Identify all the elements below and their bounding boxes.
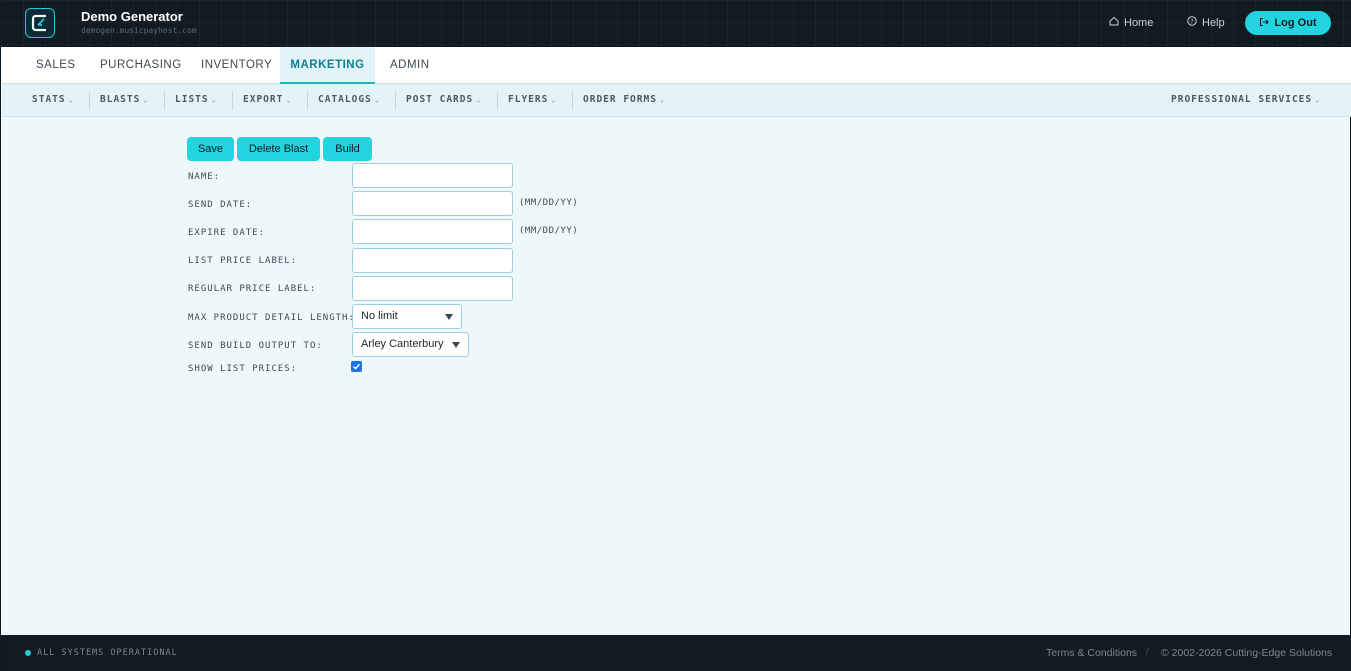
subnav-lists[interactable]: LISTS ⌄ bbox=[175, 94, 217, 105]
tab-admin[interactable]: ADMIN bbox=[390, 47, 430, 84]
subnav-stats[interactable]: STATS ⌄ bbox=[32, 94, 74, 105]
name-input[interactable] bbox=[352, 163, 513, 188]
chevron-down-icon: ⌄ bbox=[374, 96, 380, 104]
show-list-prices-checkbox[interactable] bbox=[351, 361, 362, 372]
send-build-output-select[interactable]: Arley Canterbury bbox=[352, 332, 469, 357]
subnav-blasts[interactable]: BLASTS ⌄ bbox=[100, 94, 149, 105]
name-label: NAME: bbox=[188, 172, 221, 182]
subnav-divider bbox=[232, 92, 233, 110]
send-date-label: SEND DATE: bbox=[188, 200, 253, 210]
svg-text:?: ? bbox=[1190, 19, 1193, 26]
subnav-stats-label: STATS bbox=[32, 94, 66, 105]
sub-nav: STATS ⌄ BLASTS ⌄ LISTS ⌄ EXPORT ⌄ CATALOGS ⌄ … bbox=[2, 84, 1351, 117]
send-build-output-value: Arley Canterbury bbox=[361, 338, 444, 350]
save-button[interactable]: Save bbox=[187, 137, 234, 161]
tab-purchasing[interactable]: PURCHASING bbox=[100, 47, 182, 84]
dropdown-caret-icon bbox=[452, 342, 460, 348]
chevron-down-icon: ⌄ bbox=[211, 96, 217, 104]
brand-logo-icon[interactable] bbox=[25, 8, 55, 38]
chevron-down-icon: ⌄ bbox=[1315, 96, 1321, 104]
subnav-divider bbox=[307, 92, 308, 110]
system-status: ALL SYSTEMS OPERATIONAL bbox=[37, 648, 178, 658]
chevron-down-icon: ⌄ bbox=[659, 96, 666, 104]
top-header: Demo Generator demogen.musicpayhost.com … bbox=[1, 0, 1351, 47]
copyright-text: © 2002-2026 Cutting-Edge Solutions bbox=[1161, 647, 1333, 659]
regular-price-label: REGULAR PRICE LABEL: bbox=[188, 284, 317, 294]
subnav-lists-label: LISTS bbox=[175, 94, 209, 105]
expire-date-label: EXPIRE DATE: bbox=[188, 228, 266, 238]
max-detail-length-value: No limit bbox=[361, 310, 398, 322]
subnav-divider bbox=[395, 92, 396, 110]
footer: ALL SYSTEMS OPERATIONAL Terms & Conditio… bbox=[1, 635, 1351, 671]
build-button[interactable]: Build bbox=[323, 137, 372, 161]
home-link-label: Home bbox=[1124, 16, 1154, 29]
send-date-input[interactable] bbox=[352, 191, 513, 216]
subnav-professional-services[interactable]: PROFESSIONAL SERVICES ⌄ bbox=[1171, 94, 1320, 105]
subnav-blasts-label: BLASTS bbox=[100, 94, 141, 105]
subnav-catalogs[interactable]: CATALOGS ⌄ bbox=[318, 94, 380, 105]
max-detail-length-select[interactable]: No limit bbox=[352, 304, 462, 329]
expire-date-format-hint: (MM/DD/YY) bbox=[519, 226, 579, 236]
subnav-divider bbox=[164, 92, 165, 110]
subnav-post-cards-label: POST CARDS bbox=[406, 94, 474, 105]
subnav-export-label: EXPORT bbox=[243, 94, 284, 105]
help-link-label: Help bbox=[1202, 16, 1225, 29]
subnav-order-forms[interactable]: ORDER FORMS ⌄ bbox=[583, 94, 665, 105]
main-nav: SALES PURCHASING INVENTORY MARKETING ADM… bbox=[2, 47, 1351, 84]
subnav-export[interactable]: EXPORT ⌄ bbox=[243, 94, 292, 105]
footer-separator: / bbox=[1146, 647, 1149, 658]
home-link[interactable]: Home bbox=[1109, 16, 1153, 29]
list-price-label-input[interactable] bbox=[352, 248, 513, 273]
subnav-flyers-label: FLYERS bbox=[508, 94, 549, 105]
help-circle-icon: ? bbox=[1187, 16, 1197, 29]
subnav-divider bbox=[497, 92, 498, 110]
logout-label: Log Out bbox=[1274, 17, 1317, 29]
chevron-down-icon: ⌄ bbox=[286, 96, 292, 104]
logout-button[interactable]: Log Out bbox=[1245, 11, 1331, 35]
subnav-post-cards[interactable]: POST CARDS ⌄ bbox=[406, 94, 481, 105]
send-date-format-hint: (MM/DD/YY) bbox=[519, 198, 579, 208]
chevron-down-icon: ⌄ bbox=[143, 96, 149, 104]
subnav-flyers[interactable]: FLYERS ⌄ bbox=[508, 94, 557, 105]
delete-blast-button[interactable]: Delete Blast bbox=[237, 137, 320, 161]
subnav-professional-services-label: PROFESSIONAL SERVICES bbox=[1171, 94, 1313, 105]
subnav-catalogs-label: CATALOGS bbox=[318, 94, 372, 105]
expire-date-input[interactable] bbox=[352, 219, 513, 244]
send-build-output-label: SEND BUILD OUTPUT TO: bbox=[188, 341, 323, 351]
chevron-down-icon: ⌄ bbox=[476, 96, 482, 104]
list-price-label: LIST PRICE LABEL: bbox=[188, 256, 298, 266]
app-title: Demo Generator bbox=[81, 9, 183, 24]
subnav-divider bbox=[89, 92, 90, 110]
subnav-order-forms-label: ORDER FORMS bbox=[583, 94, 657, 105]
tab-inventory[interactable]: INVENTORY bbox=[201, 47, 272, 84]
terms-link[interactable]: Terms & Conditions bbox=[1046, 647, 1137, 659]
regular-price-label-input[interactable] bbox=[352, 276, 513, 301]
tab-marketing[interactable]: MARKETING bbox=[280, 47, 375, 84]
chevron-down-icon: ⌄ bbox=[68, 96, 74, 104]
subnav-divider bbox=[572, 92, 573, 110]
show-list-prices-label: SHOW LIST PRICES: bbox=[188, 364, 298, 374]
help-link[interactable]: ? Help bbox=[1187, 16, 1225, 29]
home-icon bbox=[1109, 16, 1119, 29]
tab-sales[interactable]: SALES bbox=[36, 47, 76, 84]
app-frame: Demo Generator demogen.musicpayhost.com … bbox=[0, 0, 1351, 671]
status-dot-icon bbox=[25, 650, 31, 656]
dropdown-caret-icon bbox=[445, 314, 453, 320]
max-detail-length-label: MAX PRODUCT DETAIL LENGTH: bbox=[188, 313, 355, 323]
logout-icon bbox=[1259, 17, 1270, 30]
chevron-down-icon: ⌄ bbox=[551, 96, 557, 104]
app-domain: demogen.musicpayhost.com bbox=[81, 26, 197, 35]
